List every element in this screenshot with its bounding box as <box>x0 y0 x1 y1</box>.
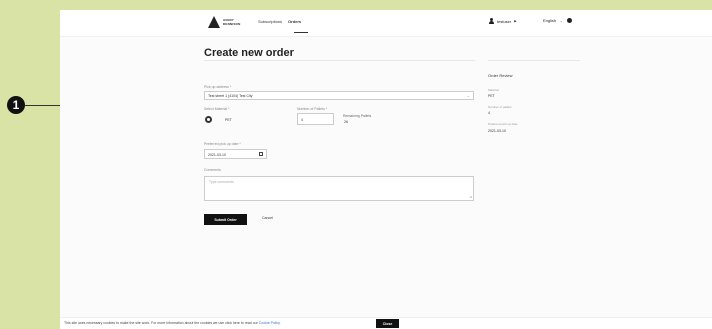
cookie-close-button[interactable]: Close <box>376 319 399 328</box>
order-review-title: Order Review <box>488 73 513 78</box>
submit-order-button[interactable]: Submit Order <box>204 214 247 225</box>
cookie-policy-link[interactable]: Cookie Policy. <box>259 321 281 325</box>
step-callout-badge: 1 <box>7 96 25 114</box>
pallets-label: Number of Pallets * <box>297 107 328 111</box>
review-divider <box>488 60 580 61</box>
nav-item-subscriptions[interactable]: Subscriptions <box>258 19 282 24</box>
main-nav: Subscriptions Orders <box>258 19 301 24</box>
top-navigation-bar: AVERY DENNISON Subscriptions Orders test… <box>60 10 712 37</box>
page-title: Create new order <box>204 47 294 59</box>
active-nav-underline <box>294 32 308 33</box>
pickup-address-select[interactable]: Test street 1 (4104) Test City ⌄ <box>204 91 474 100</box>
cookie-banner: This site uses necessary cookies to make… <box>60 317 712 329</box>
user-name: testuser <box>497 18 512 24</box>
language-chevron-icon: ⌄ <box>560 18 563 23</box>
logo-triangle-icon <box>208 16 220 28</box>
app-window: AVERY DENNISON Subscriptions Orders test… <box>60 10 712 329</box>
pickup-date-input[interactable]: 2021-03-10 <box>204 149 267 159</box>
remaining-pallets-value: 26 <box>344 120 348 124</box>
user-icon <box>489 18 494 24</box>
cookie-text: This site uses necessary cookies to make… <box>64 321 258 325</box>
language-label: English <box>543 18 557 23</box>
material-label: Select Material * <box>204 107 230 111</box>
globe-icon <box>566 18 572 23</box>
pickup-address-value: Test street 1 (4104) Test City <box>208 94 253 98</box>
resize-handle-icon[interactable]: ⇲ <box>469 195 472 199</box>
comments-label: Comments <box>204 168 221 172</box>
material-option-label: PET <box>225 118 232 122</box>
comments-placeholder: Type comments <box>209 180 234 184</box>
review-pallets-label: Number of pallets <box>488 105 512 109</box>
pallets-input[interactable]: 4 <box>297 113 334 125</box>
user-menu[interactable]: testuser ▶ <box>489 18 517 24</box>
material-radio-pet[interactable] <box>205 116 212 123</box>
brand-logo[interactable]: AVERY DENNISON <box>208 16 240 28</box>
review-material-label: Material <box>488 88 499 92</box>
select-chevron-icon: ⌄ <box>466 93 470 98</box>
comments-textarea[interactable]: Type comments ⇲ <box>204 176 474 201</box>
title-divider <box>204 60 475 61</box>
logo-text-line2: DENNISON <box>223 22 241 26</box>
review-date-value: 2021-03-10 <box>488 129 506 133</box>
calendar-icon[interactable] <box>259 152 263 156</box>
cookie-message: This site uses necessary cookies to make… <box>64 321 281 325</box>
radio-dot-icon <box>207 118 210 121</box>
review-material-value: PET <box>488 94 495 98</box>
remaining-pallets-label: Remaining Pallets <box>343 114 372 118</box>
pickup-address-label: Pick up address * <box>204 85 232 89</box>
pickup-date-value: 2021-03-10 <box>208 153 226 157</box>
review-pallets-value: 4 <box>488 111 490 115</box>
cancel-button[interactable]: Cancel <box>262 216 273 220</box>
pickup-date-label: Preferred pick up date * <box>204 142 241 146</box>
user-menu-caret-icon: ▶ <box>514 19 517 23</box>
language-selector[interactable]: English ⌄ <box>543 18 572 23</box>
review-date-label: Preferred pick up date <box>488 122 518 126</box>
nav-item-orders[interactable]: Orders <box>288 19 301 24</box>
